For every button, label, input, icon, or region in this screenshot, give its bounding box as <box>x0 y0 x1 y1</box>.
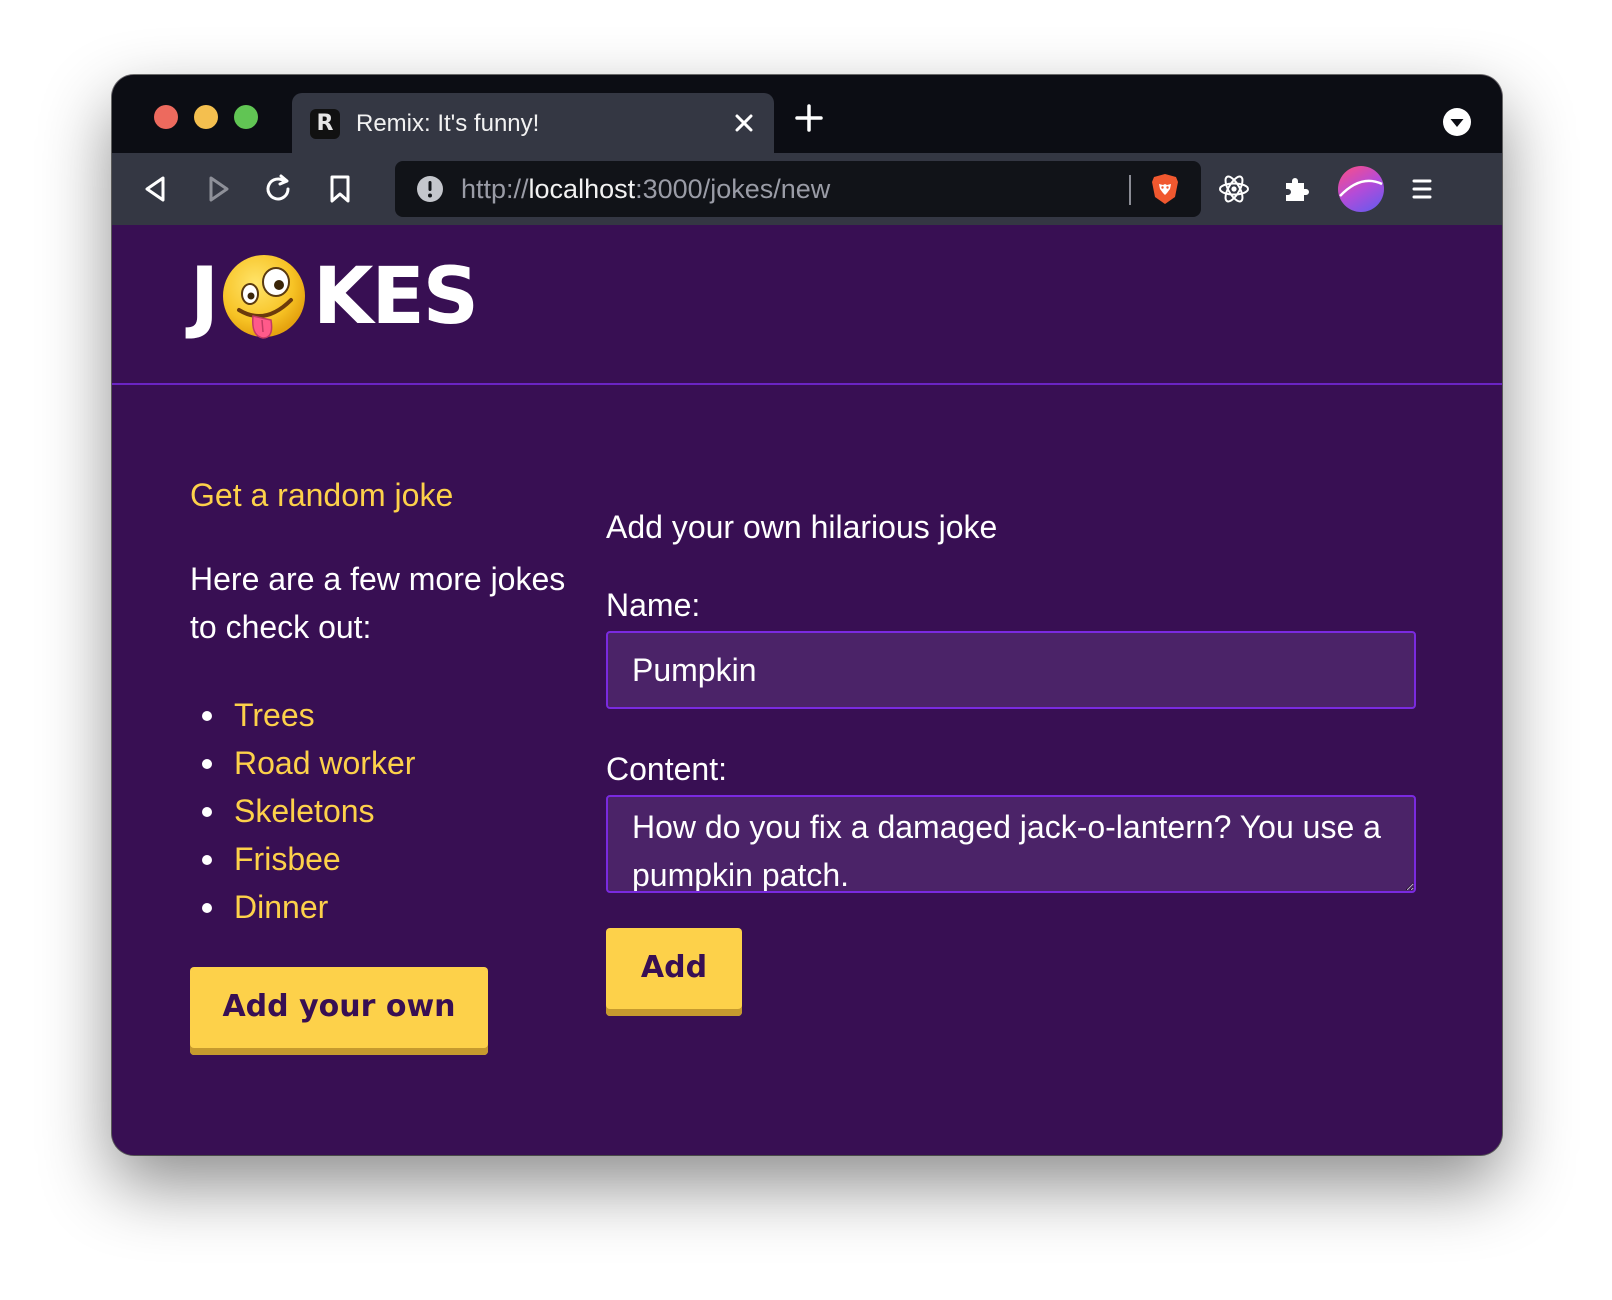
forward-icon[interactable] <box>200 171 236 207</box>
zany-face-emoji-icon <box>223 255 306 339</box>
form-title: Add your own hilarious joke <box>606 509 998 545</box>
remix-favicon-icon: R <box>310 109 340 139</box>
joke-link-dinner[interactable]: Dinner <box>202 883 580 931</box>
menu-icon[interactable] <box>1404 171 1440 207</box>
close-window-button[interactable] <box>154 105 178 129</box>
back-icon[interactable] <box>138 171 174 207</box>
browser-tab[interactable]: R Remix: It's funny! <box>292 93 774 153</box>
joke-link-frisbee[interactable]: Frisbee <box>202 835 580 883</box>
jokes-sidebar: Get a random joke Here are a few more jo… <box>190 475 580 1055</box>
joke-link-road-worker[interactable]: Road worker <box>202 739 580 787</box>
profile-avatar[interactable] <box>1338 166 1384 212</box>
bookmark-icon[interactable] <box>322 171 358 207</box>
name-input[interactable] <box>606 631 1416 709</box>
url-path: :3000/jokes/new <box>635 174 831 204</box>
tab-title: Remix: It's funny! <box>356 110 540 137</box>
extensions-icon[interactable] <box>1278 171 1314 207</box>
name-label: Name: <box>606 587 701 623</box>
zoom-window-button[interactable] <box>234 105 258 129</box>
new-tab-icon[interactable] <box>792 101 826 135</box>
react-devtools-icon[interactable] <box>1216 171 1252 207</box>
logo-letters-kes: KES <box>313 252 479 342</box>
tab-list-icon[interactable] <box>1442 107 1472 137</box>
joke-link-skeletons[interactable]: Skeletons <box>202 787 580 835</box>
avatar-stripe-icon <box>1339 179 1383 197</box>
brave-shield-icon[interactable] <box>1147 171 1183 207</box>
add-joke-button[interactable]: Add <box>606 928 742 1016</box>
browser-window: R Remix: It's funny! http://localhost:30… <box>112 75 1502 1155</box>
info-icon[interactable] <box>415 174 445 204</box>
content-label: Content: <box>606 751 727 787</box>
add-your-own-button[interactable]: Add your own <box>190 967 488 1055</box>
logo-letter-j: J <box>190 252 219 342</box>
joke-list: Trees Road worker Skeletons Frisbee Dinn… <box>190 691 580 931</box>
url-scheme: http:// <box>461 174 529 204</box>
site-header: J KES <box>112 225 1502 385</box>
close-tab-icon[interactable] <box>726 105 762 141</box>
page-content: J KES Get a random joke Here are a few m… <box>112 225 1502 1155</box>
url-text[interactable]: http://localhost:3000/jokes/new <box>461 173 830 205</box>
content-textarea[interactable]: How do you fix a damaged jack-o-lantern?… <box>606 795 1416 893</box>
title-bar: R Remix: It's funny! <box>112 75 1502 153</box>
jokes-logo[interactable]: J KES <box>190 247 479 347</box>
url-host: localhost <box>528 174 636 204</box>
address-bar[interactable]: http://localhost:3000/jokes/new <box>395 161 1201 217</box>
browser-toolbar: http://localhost:3000/jokes/new <box>112 153 1502 225</box>
minimize-window-button[interactable] <box>194 105 218 129</box>
jokes-intro: Here are a few more jokes to check out: <box>190 561 566 645</box>
reload-icon[interactable] <box>260 171 296 207</box>
random-joke-link[interactable]: Get a random joke <box>190 475 580 515</box>
joke-link-trees[interactable]: Trees <box>202 691 580 739</box>
url-separator <box>1129 175 1131 205</box>
new-joke-form: Add your own hilarious joke Name: Conten… <box>606 507 1416 1016</box>
